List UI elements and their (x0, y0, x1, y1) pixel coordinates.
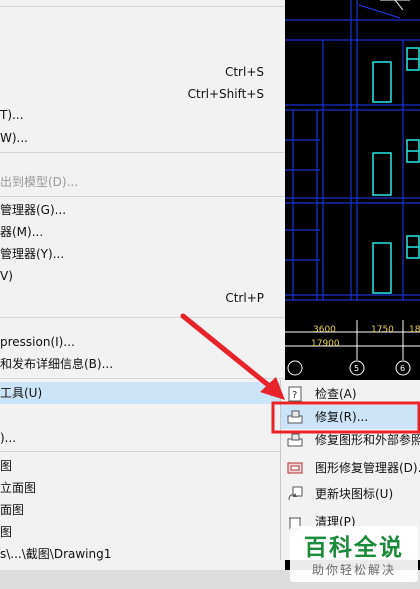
menu-item-express[interactable]: pression(I)... (0, 331, 285, 353)
menu-item-preview[interactable]: V) (0, 265, 285, 287)
building-elevation-drawing: 3600 1750 18 17900 5 6 (285, 0, 420, 376)
recover-icon (287, 409, 303, 425)
update-block-icon (287, 486, 303, 502)
roof-lines (380, 0, 410, 11)
menu-separator (0, 451, 285, 452)
shortcut-label: Ctrl+P (225, 291, 264, 305)
shortcut-label: Ctrl+Shift+S (187, 87, 264, 101)
dimension-17900: 17900 (311, 339, 340, 349)
menu-separator (0, 196, 285, 197)
recent-file-1[interactable]: 图 (0, 455, 285, 477)
menu-item-plot-style-manager[interactable]: 管理器(Y)... (0, 243, 285, 265)
menu-item-export-to-model: 出到模型(D)... (0, 175, 79, 189)
submenu-item-recovery-manager[interactable]: 图形修复管理器(D)... (281, 456, 420, 480)
dimension-3600: 3600 (313, 325, 336, 335)
recent-file-4[interactable]: 图 (0, 521, 285, 543)
menu-item-send[interactable]: )... (0, 427, 285, 449)
submenu-item-recover[interactable]: 修复(R)... (281, 405, 420, 429)
audit-icon: ? (287, 386, 303, 402)
menu-item-page-setup-manager[interactable]: 管理器(G)... (0, 199, 285, 221)
watermark-title: 百科全说 (304, 535, 404, 561)
menu-item-save-as[interactable]: Ctrl+Shift+S (0, 83, 285, 105)
recovery-manager-icon (287, 460, 303, 476)
submenu-arrow-icon: ▶ (271, 387, 279, 398)
blue-lines (285, 0, 420, 301)
menu-separator (0, 6, 285, 7)
axis-label-6: 6 (400, 364, 405, 373)
menu-separator (0, 317, 285, 318)
recent-file-3[interactable]: 面图 (0, 499, 285, 521)
dimension-18: 18 (409, 325, 420, 335)
recover-xref-icon (287, 432, 303, 448)
menu-item-save[interactable]: Ctrl+S (0, 61, 285, 83)
menu-item-drawing-utilities[interactable]: 工具(U) ▶ (0, 382, 285, 404)
dimension-1750: 1750 (371, 325, 394, 335)
menu-separator (0, 378, 285, 379)
recent-file-5[interactable]: s\...\截图\Drawing1 (0, 543, 285, 565)
svg-text:?: ? (292, 390, 297, 401)
menu-item-publish-details[interactable]: 和发布详细信息(B)... (0, 353, 285, 375)
menu-item-export-w[interactable]: W)... (0, 127, 285, 149)
shortcut-label: Ctrl+S (224, 65, 264, 79)
axis-label-5: 5 (354, 364, 359, 373)
submenu-item-recover-with-xrefs[interactable]: 修复图形和外部参照 (281, 428, 420, 452)
drawing-canvas[interactable]: 3600 1750 18 17900 5 6 (285, 0, 420, 385)
watermark-subtitle: 助你轻松解决 (311, 563, 396, 577)
watermark-logo: 百科全说 助你轻松解决 (290, 526, 418, 582)
menu-separator (0, 152, 285, 153)
menu-item-print[interactable]: Ctrl+P (0, 287, 285, 309)
recent-file-2[interactable]: 立面图 (0, 477, 285, 499)
menu-item-plotter-manager[interactable]: 器(M)... (0, 221, 285, 243)
submenu-item-audit[interactable]: ? 检查(A) (281, 382, 420, 406)
submenu-item-update-block-icons[interactable]: 更新块图标(U) (281, 482, 420, 506)
menu-item-export-t[interactable]: T)... (0, 104, 285, 126)
cyan-windows (372, 47, 420, 294)
file-menu: Ctrl+S Ctrl+Shift+S T)... W)... 出到模型(D).… (0, 0, 285, 570)
